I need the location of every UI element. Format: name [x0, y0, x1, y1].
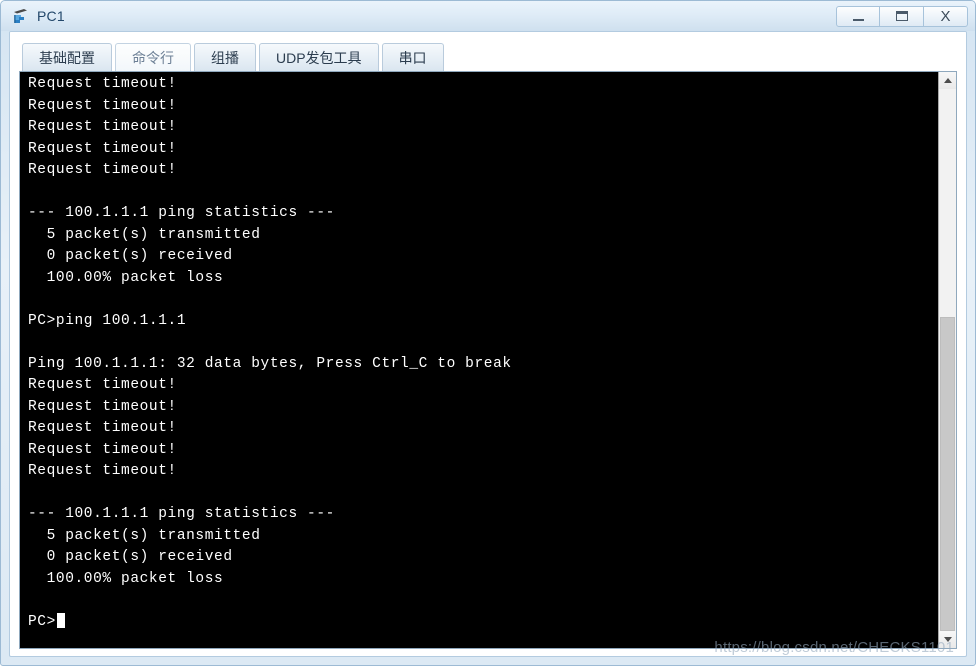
scrollbar-track[interactable]	[939, 89, 956, 631]
terminal-line: 5 packet(s) transmitted	[28, 527, 261, 544]
close-button[interactable]: X	[924, 5, 968, 27]
terminal-line: Request timeout!	[28, 441, 177, 458]
terminal-output[interactable]: Request timeout! Request timeout! Request …	[20, 72, 938, 648]
tab-command-line[interactable]: 命令行	[115, 43, 191, 71]
tab-basic-config[interactable]: 基础配置	[22, 43, 112, 71]
terminal-cursor	[56, 612, 65, 628]
tab-bar: 基础配置 命令行 组播 UDP发包工具 串口	[10, 32, 966, 71]
terminal-line: Ping 100.1.1.1: 32 data bytes, Press Ctr…	[28, 355, 512, 372]
close-icon: X	[940, 7, 951, 25]
tab-serial-port[interactable]: 串口	[381, 43, 444, 71]
tab-label: 命令行	[132, 49, 174, 66]
terminal-prompt-line: PC>	[28, 612, 938, 634]
tab-label: 基础配置	[39, 49, 95, 66]
tab-label: 串口	[398, 49, 427, 66]
scroll-down-button[interactable]	[939, 631, 956, 648]
terminal-line: --- 100.1.1.1 ping statistics ---	[28, 506, 335, 522]
terminal-line: 100.00% packet loss	[28, 570, 224, 587]
terminal-line: Request timeout!	[28, 162, 177, 178]
tab-udp-packet-tool[interactable]: UDP发包工具	[259, 43, 379, 71]
terminal-line: --- 100.1.1.1 ping statistics ---	[28, 205, 335, 221]
scroll-up-button[interactable]	[939, 72, 956, 89]
tab-label: UDP发包工具	[276, 49, 362, 66]
tab-label: 组播	[211, 49, 239, 66]
terminal-line: Request timeout!	[28, 420, 177, 436]
terminal-line: 0 packet(s) received	[28, 549, 233, 565]
terminal-line: PC>ping 100.1.1.1	[28, 312, 187, 329]
terminal-line: 100.00% packet loss	[28, 269, 224, 286]
terminal-line: Request timeout!	[28, 140, 177, 157]
terminal-panel: Request timeout! Request timeout! Request …	[19, 71, 957, 649]
tab-multicast[interactable]: 组播	[194, 43, 256, 71]
terminal-line: Request timeout!	[28, 76, 177, 92]
maximize-button[interactable]	[880, 5, 924, 27]
maximize-icon	[895, 11, 908, 21]
client-area: 基础配置 命令行 组播 UDP发包工具 串口 Request timeout! R…	[9, 31, 967, 657]
terminal-line: Request timeout!	[28, 97, 177, 114]
terminal-line: Request timeout!	[28, 463, 177, 479]
pc1-window: PC1 X 基础配置 命令行 组播 UDP发包工具 串口 Request tim…	[0, 0, 976, 666]
chevron-up-icon	[943, 78, 952, 83]
terminal-line: 5 packet(s) transmitted	[28, 226, 261, 243]
terminal-line: 0 packet(s) received	[28, 248, 233, 264]
window-title: PC1	[37, 8, 65, 24]
terminal-prompt: PC>	[28, 613, 56, 630]
terminal-scrollbar[interactable]	[938, 72, 956, 648]
pc-device-icon	[11, 7, 31, 27]
minimize-icon	[852, 18, 864, 21]
window-controls: X	[836, 5, 971, 27]
minimize-button[interactable]	[836, 5, 880, 27]
terminal-line: Request timeout!	[28, 119, 177, 135]
title-bar: PC1 X	[1, 1, 975, 31]
terminal-line: Request timeout!	[28, 398, 177, 415]
terminal-line: Request timeout!	[28, 377, 177, 393]
chevron-down-icon	[943, 637, 952, 642]
scrollbar-thumb[interactable]	[940, 316, 955, 631]
